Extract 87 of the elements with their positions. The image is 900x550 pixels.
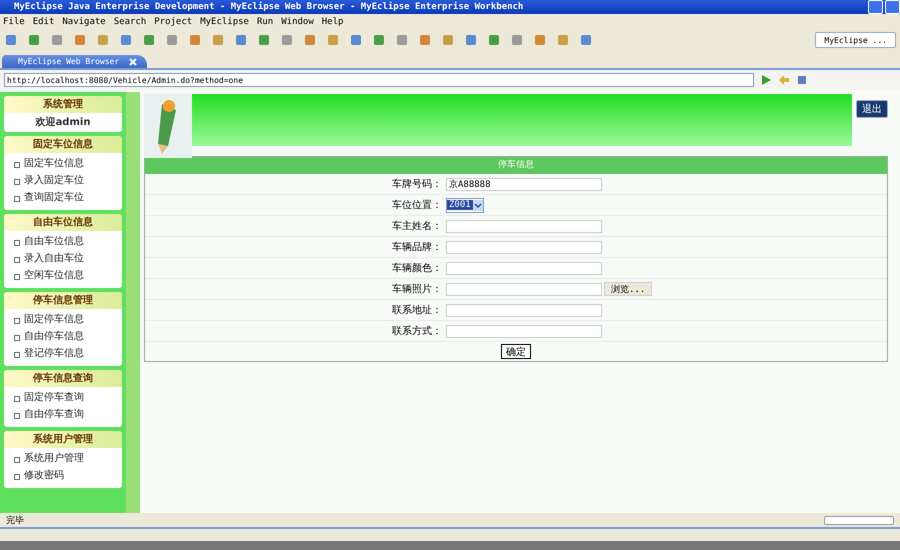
input-field[interactable]	[446, 262, 602, 274]
field-label: 车牌号码：	[391, 178, 442, 191]
toolbar-icon[interactable]	[73, 33, 87, 47]
menu-item[interactable]: Run	[256, 17, 274, 27]
toolbar-icon[interactable]	[257, 33, 271, 47]
field-label: 联系方式：	[391, 324, 442, 338]
toolbar-icon[interactable]	[556, 33, 570, 47]
toolbar-icon[interactable]	[487, 33, 501, 47]
menu-item[interactable]: Help	[322, 17, 344, 27]
toolbar-icon[interactable]	[96, 33, 110, 47]
toolbar-icon[interactable]	[165, 33, 179, 47]
dropdown[interactable]: Z001	[446, 198, 484, 212]
input-field[interactable]	[446, 324, 602, 338]
welcome-text: 欢迎admin	[34, 115, 92, 128]
toolbar-icon[interactable]	[27, 33, 41, 47]
close-icon[interactable]	[129, 58, 138, 66]
pencil-icon	[144, 94, 192, 158]
toolbar-icon[interactable]	[50, 33, 64, 47]
menu-item[interactable]: Project	[154, 17, 192, 27]
sidebar-header[interactable]: 停车信息查询	[4, 370, 122, 387]
toolbar-icon[interactable]	[303, 33, 317, 47]
toolbar-icon[interactable]	[349, 33, 363, 47]
input-field[interactable]	[446, 240, 602, 254]
perspective-button[interactable]: MyEclipse ...	[815, 32, 896, 48]
field-label: 车辆照片：	[391, 282, 442, 296]
sidebar-header[interactable]: 固定车位信息	[4, 136, 122, 153]
submit-button[interactable]: 确定	[501, 344, 531, 359]
sidebar-header[interactable]: 自由车位信息	[4, 214, 122, 231]
sidebar-link[interactable]: 查询固定车位	[4, 189, 122, 206]
toolbar-icon[interactable]	[188, 33, 202, 47]
sidebar-header[interactable]: 系统用户管理	[4, 431, 122, 448]
toolbar-icon[interactable]	[280, 33, 294, 47]
browse-button[interactable]: 浏览...	[604, 282, 652, 296]
input-field[interactable]	[446, 304, 602, 316]
toolbar-icon[interactable]	[464, 33, 478, 47]
sidebar-link[interactable]: 固定停车信息	[4, 311, 122, 328]
address-field[interactable]: http://localhost:8080/Vehicle/Admin.do?method=one	[4, 73, 754, 87]
status-text: 完毕	[6, 514, 24, 526]
field-label: 车主姓名：	[391, 220, 442, 233]
form-title: 停车信息	[145, 157, 887, 174]
toolbar-icon[interactable]	[211, 33, 225, 47]
menu-item[interactable]: Window	[281, 17, 314, 27]
sidebar-link[interactable]: 修改密码	[4, 467, 122, 484]
input-field[interactable]	[446, 220, 602, 232]
maximize-button[interactable]	[885, 0, 900, 14]
sidebar-link[interactable]: 录入自由车位	[4, 250, 122, 267]
toolbar-icon[interactable]	[510, 33, 524, 47]
toolbar-icon[interactable]	[234, 33, 248, 47]
toolbar-icon[interactable]	[418, 33, 432, 47]
go-icon[interactable]	[760, 74, 772, 86]
sidebar-header[interactable]: 停车信息管理	[4, 292, 122, 309]
toolbar-icon[interactable]	[395, 33, 409, 47]
sidebar-link[interactable]: 系统用户管理	[4, 450, 122, 467]
sidebar-link[interactable]: 自由停车信息	[4, 328, 122, 345]
logout-button[interactable]: 退出	[856, 100, 888, 118]
toolbar-icon[interactable]	[4, 33, 18, 47]
sidebar-link[interactable]: 固定车位信息	[4, 155, 122, 172]
toolbar-icon[interactable]	[441, 33, 455, 47]
menu-item[interactable]: MyEclipse	[200, 17, 249, 27]
toolbar-icon[interactable]	[142, 33, 156, 47]
input-field[interactable]: 京A88888	[446, 178, 602, 190]
minimize-button[interactable]	[868, 0, 883, 14]
field-label: 车辆品牌：	[391, 240, 442, 254]
menu-item[interactable]: Search	[114, 17, 146, 27]
toolbar-icon[interactable]	[533, 33, 547, 47]
field-label: 车位位置：	[391, 198, 442, 212]
toolbar-icon[interactable]	[372, 33, 386, 47]
sidebar-link[interactable]: 固定停车查询	[4, 389, 122, 406]
toolbar-icon[interactable]	[119, 33, 133, 47]
toolbar-icon[interactable]	[326, 33, 340, 47]
sidebar-header[interactable]: 系统管理	[4, 96, 122, 113]
field-label: 联系地址：	[391, 304, 442, 317]
menu-item[interactable]: Navigate	[62, 17, 106, 27]
toolbar-icon[interactable]	[579, 33, 593, 47]
sidebar-link[interactable]: 录入固定车位	[4, 172, 122, 189]
window-title: MyEclipse Java Enterprise Development - MyEclipse Web Browser - MyEclipse Enterprise Workbench	[14, 2, 524, 12]
sidebar-link[interactable]: 登记停车信息	[4, 345, 122, 362]
back-icon[interactable]	[778, 74, 790, 86]
browser-tab[interactable]: MyEclipse Web Browser	[2, 55, 148, 68]
sidebar-link[interactable]: 自由车位信息	[4, 233, 122, 250]
menu-item[interactable]: Edit	[32, 17, 54, 27]
menu-item[interactable]: File	[3, 17, 25, 27]
dropdown-arrow-icon[interactable]	[472, 200, 483, 210]
file-field[interactable]	[446, 282, 602, 296]
field-label: 车辆颜色：	[391, 262, 442, 275]
sidebar-link[interactable]: 自由停车查询	[4, 406, 122, 423]
sidebar-link[interactable]: 空闲车位信息	[4, 267, 122, 284]
